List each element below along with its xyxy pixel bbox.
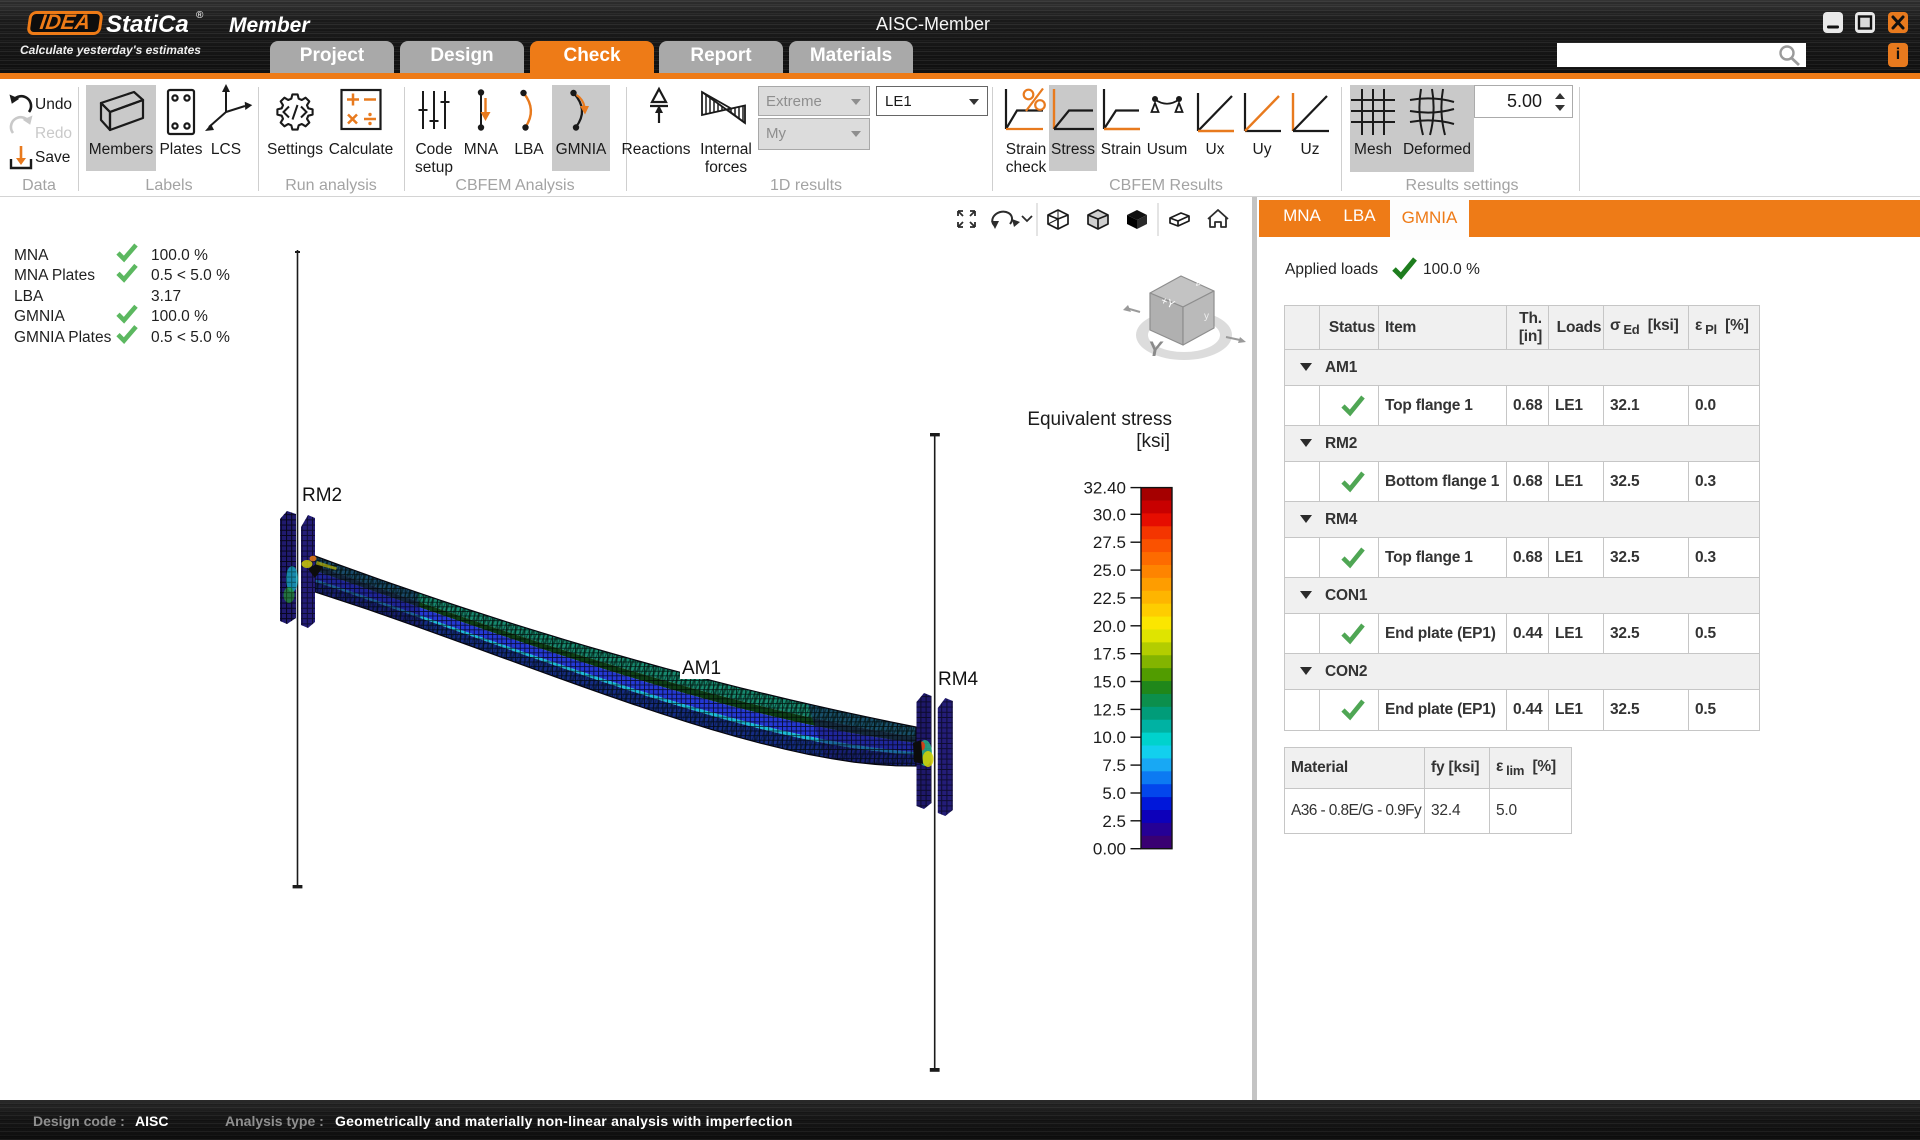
svg-text:27.5: 27.5 <box>1093 533 1126 552</box>
svg-text:5.0: 5.0 <box>1102 784 1126 803</box>
svg-text:10.0: 10.0 <box>1093 728 1126 747</box>
svg-text:0.00: 0.00 <box>1093 840 1126 859</box>
svg-text:2.5: 2.5 <box>1102 812 1126 831</box>
svg-text:[ksi]: [ksi] <box>1136 431 1170 452</box>
svg-text:17.5: 17.5 <box>1093 645 1126 664</box>
svg-text:RM2: RM2 <box>302 485 342 506</box>
svg-text:Equivalent stress: Equivalent stress <box>1027 409 1172 430</box>
svg-text:15.0: 15.0 <box>1093 673 1126 692</box>
svg-text:25.0: 25.0 <box>1093 561 1126 580</box>
svg-text:y: y <box>1204 311 1209 322</box>
svg-text:7.5: 7.5 <box>1102 756 1126 775</box>
svg-text:Y: Y <box>1148 338 1164 361</box>
svg-text:12.5: 12.5 <box>1093 700 1126 719</box>
svg-text:RM4: RM4 <box>938 669 979 690</box>
svg-text:32.40: 32.40 <box>1083 479 1126 498</box>
svg-text:20.0: 20.0 <box>1093 617 1126 636</box>
svg-text:AM1: AM1 <box>682 658 721 679</box>
svg-text:30.0: 30.0 <box>1093 505 1126 524</box>
svg-text:22.5: 22.5 <box>1093 589 1126 608</box>
